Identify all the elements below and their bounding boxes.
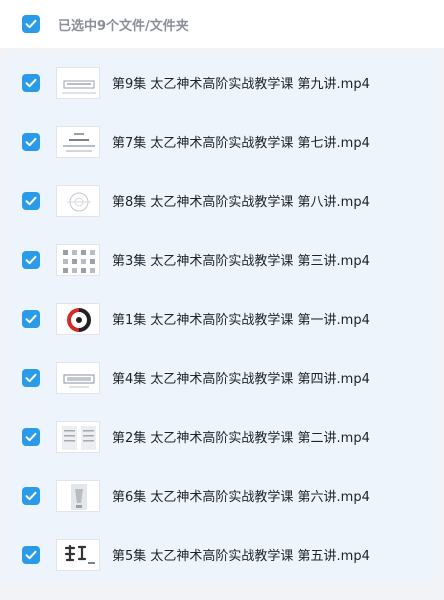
video-thumbnail [56,539,100,571]
checkmark-icon [25,137,37,147]
video-thumbnail [56,185,100,217]
file-row[interactable]: 第8集 太乙神术高阶实战教学课 第八讲.mp4 [6,171,438,230]
file-checkbox[interactable] [22,251,40,269]
file-name[interactable]: 第7集 太乙神术高阶实战教学课 第七讲.mp4 [112,132,370,151]
file-name[interactable]: 第3集 太乙神术高阶实战教学课 第三讲.mp4 [112,250,370,269]
file-row[interactable]: 第6集 太乙神术高阶实战教学课 第六讲.mp4 [6,466,438,525]
checkmark-icon [25,19,37,29]
file-checkbox[interactable] [22,133,40,151]
file-row[interactable]: 第7集 太乙神术高阶实战教学课 第七讲.mp4 [6,112,438,171]
checkmark-icon [25,432,37,442]
file-name[interactable]: 第6集 太乙神术高阶实战教学课 第六讲.mp4 [112,486,370,505]
video-thumbnail [56,421,100,453]
file-checkbox[interactable] [22,310,40,328]
file-checkbox[interactable] [22,487,40,505]
file-name[interactable]: 第4集 太乙神术高阶实战教学课 第四讲.mp4 [112,368,370,387]
file-name[interactable]: 第8集 太乙神术高阶实战教学课 第八讲.mp4 [112,191,370,210]
file-checkbox[interactable] [22,192,40,210]
selection-header: 已选中9个文件/文件夹 [0,0,444,48]
file-row[interactable]: 第5集 太乙神术高阶实战教学课 第五讲.mp4 [6,525,438,584]
file-row[interactable]: 第9集 太乙神术高阶实战教学课 第九讲.mp4 [6,53,438,112]
select-all-checkbox[interactable] [22,15,40,33]
file-checkbox[interactable] [22,428,40,446]
checkmark-icon [25,373,37,383]
file-row[interactable]: 第1集 太乙神术高阶实战教学课 第一讲.mp4 [6,289,438,348]
file-selection-panel: 已选中9个文件/文件夹 第9集 太乙神术高阶实战教学课 第九讲.mp4 第7集 … [0,0,444,600]
video-thumbnail [56,480,100,512]
checkmark-icon [25,196,37,206]
video-thumbnail [56,362,100,394]
checkmark-icon [25,550,37,560]
checkmark-icon [25,255,37,265]
file-checkbox[interactable] [22,369,40,387]
checkmark-icon [25,491,37,501]
video-thumbnail [56,126,100,158]
file-row[interactable]: 第3集 太乙神术高阶实战教学课 第三讲.mp4 [6,230,438,289]
file-name[interactable]: 第5集 太乙神术高阶实战教学课 第五讲.mp4 [112,545,370,564]
selection-count-label: 已选中9个文件/文件夹 [58,18,189,34]
checkmark-icon [25,78,37,88]
file-name[interactable]: 第1集 太乙神术高阶实战教学课 第一讲.mp4 [112,309,370,328]
file-row[interactable]: 第4集 太乙神术高阶实战教学课 第四讲.mp4 [6,348,438,407]
video-thumbnail [56,244,100,276]
video-thumbnail [56,67,100,99]
video-thumbnail [56,303,100,335]
file-checkbox[interactable] [22,546,40,564]
file-name[interactable]: 第2集 太乙神术高阶实战教学课 第二讲.mp4 [112,427,370,446]
file-checkbox[interactable] [22,74,40,92]
file-name[interactable]: 第9集 太乙神术高阶实战教学课 第九讲.mp4 [112,73,370,92]
file-row[interactable]: 第2集 太乙神术高阶实战教学课 第二讲.mp4 [6,407,438,466]
checkmark-icon [25,314,37,324]
file-list: 第9集 太乙神术高阶实战教学课 第九讲.mp4 第7集 太乙神术高阶实战教学课 … [6,53,438,581]
